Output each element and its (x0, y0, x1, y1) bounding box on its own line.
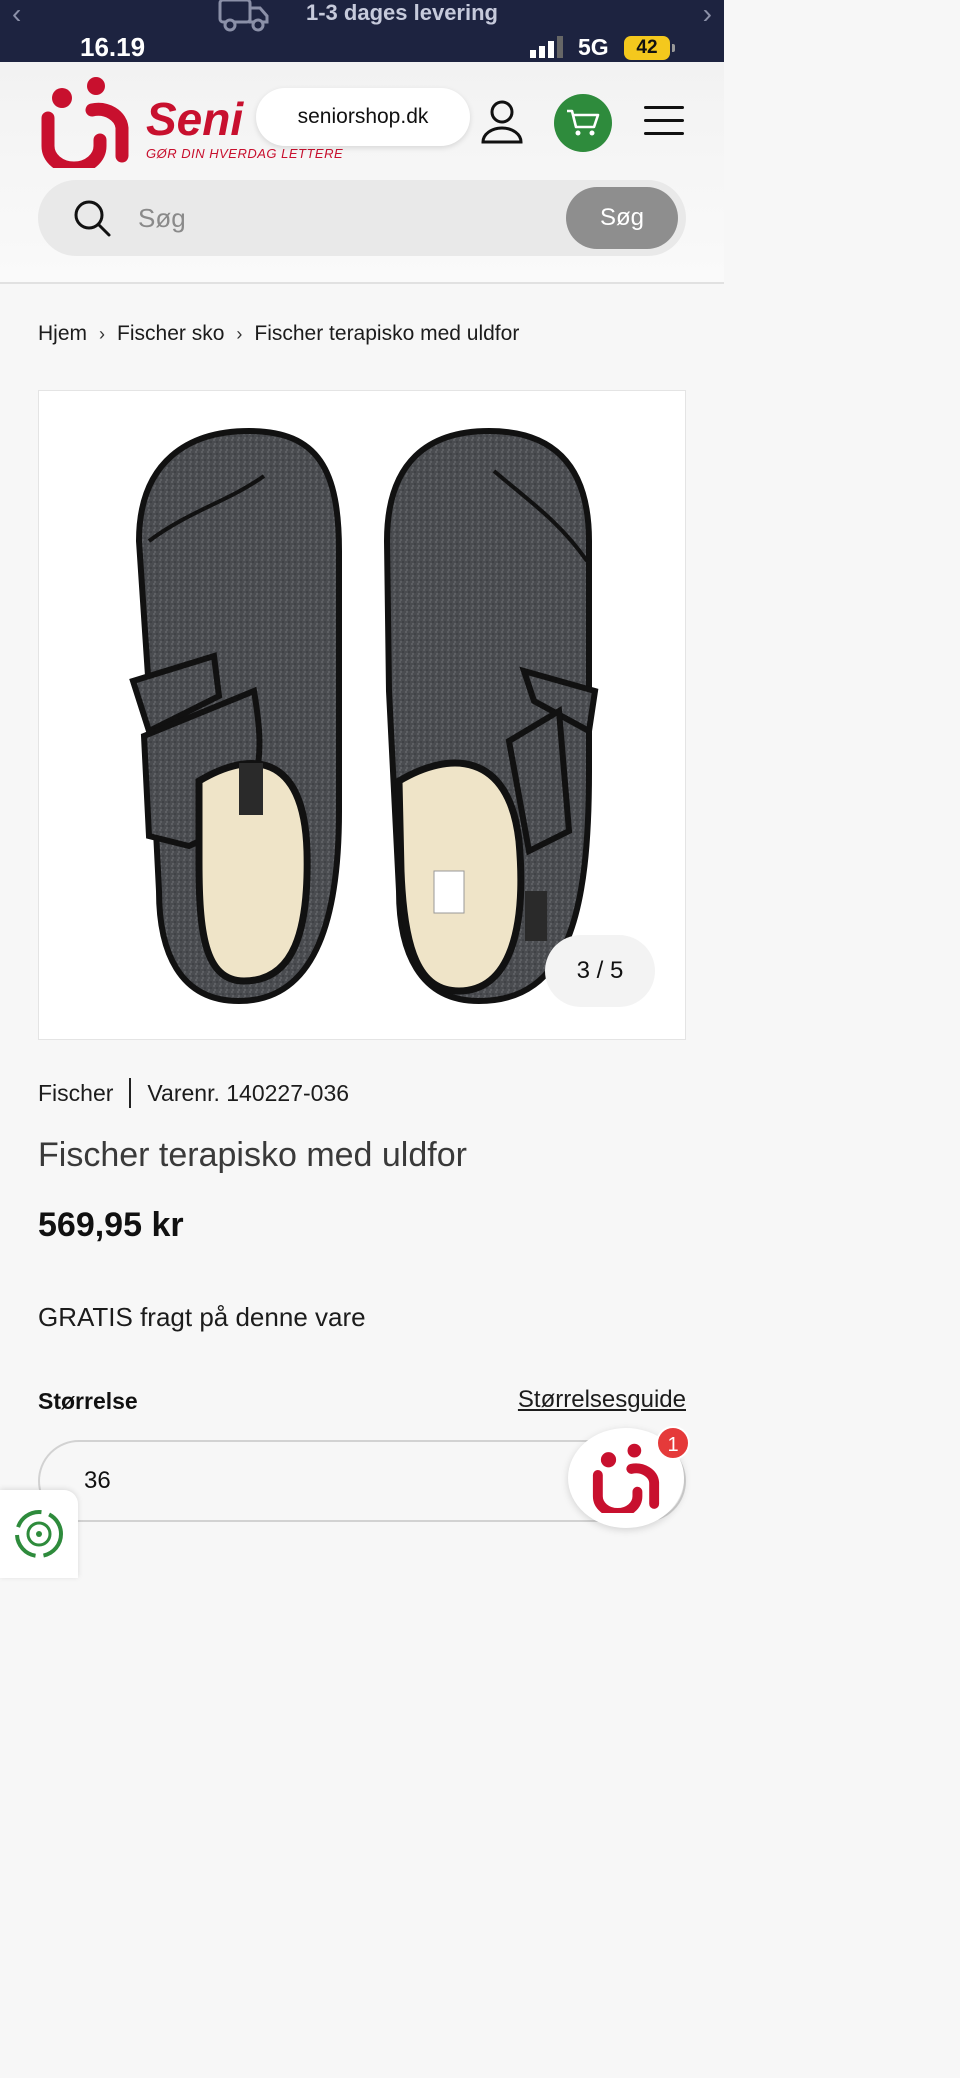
chevron-right-icon: › (236, 323, 243, 344)
clock: 16.19 (80, 32, 146, 62)
product-image-gallery[interactable]: 3 / 5 (38, 390, 686, 1040)
signal-icon (530, 36, 566, 63)
breadcrumb-home[interactable]: Hjem (38, 322, 87, 346)
site-header: Seni GØR DIN HVERDAG LETTERE seniorshop.… (0, 62, 724, 284)
brand-name[interactable]: Seni (146, 92, 243, 146)
search-bar: Søg (38, 180, 686, 256)
shipping-note: GRATIS fragt på denne vare (38, 1302, 366, 1332)
product-price: 569,95 kr (38, 1206, 184, 1244)
brand-tagline: GØR DIN HVERDAG LETTERE (146, 146, 344, 161)
chevron-right-icon: › (99, 323, 106, 344)
product-brand[interactable]: Fischer (38, 1080, 113, 1107)
breadcrumb-current[interactable]: Fischer terapisko med uldfor (254, 322, 519, 346)
size-guide-link[interactable]: Størrelsesguide (518, 1386, 686, 1414)
image-counter: 3 / 5 (545, 935, 655, 1007)
product-meta: Fischer Varenr. 140227-036 (38, 1078, 349, 1108)
user-icon (481, 100, 523, 144)
menu-button[interactable] (644, 106, 684, 138)
logo-icon[interactable] (40, 76, 130, 175)
search-icon (72, 198, 112, 243)
battery-tip (672, 44, 675, 52)
search-input[interactable] (138, 194, 558, 242)
battery-icon: 42 (624, 36, 670, 60)
truck-icon (218, 0, 270, 39)
eco-badge-button[interactable] (0, 1490, 78, 1578)
promo-text: 1-3 dages levering (306, 0, 498, 25)
status-bar: ‹ 1-3 dages levering › 16.19 5G 42 (0, 0, 724, 62)
network-label: 5G (578, 34, 609, 60)
breadcrumb-category[interactable]: Fischer sko (117, 322, 224, 346)
promo-prev-icon[interactable]: ‹ (12, 0, 21, 30)
cart-icon (567, 109, 600, 136)
search-button[interactable]: Søg (566, 187, 678, 249)
promo-next-icon[interactable]: › (703, 0, 712, 30)
url-pill[interactable]: seniorshop.dk (256, 88, 470, 146)
product-title: Fischer terapisko med uldfor (38, 1136, 467, 1174)
chat-logo-icon (592, 1443, 660, 1513)
product-sku: Varenr. 140227-036 (147, 1079, 350, 1106)
chat-notification-badge: 1 (656, 1426, 690, 1460)
size-label: Størrelse (38, 1388, 138, 1414)
cart-button[interactable] (554, 94, 612, 152)
account-button[interactable] (478, 98, 526, 146)
breadcrumb: Hjem › Fischer sko › Fischer terapisko m… (38, 322, 519, 346)
recycle-icon (15, 1510, 63, 1558)
meta-divider (129, 1078, 132, 1108)
